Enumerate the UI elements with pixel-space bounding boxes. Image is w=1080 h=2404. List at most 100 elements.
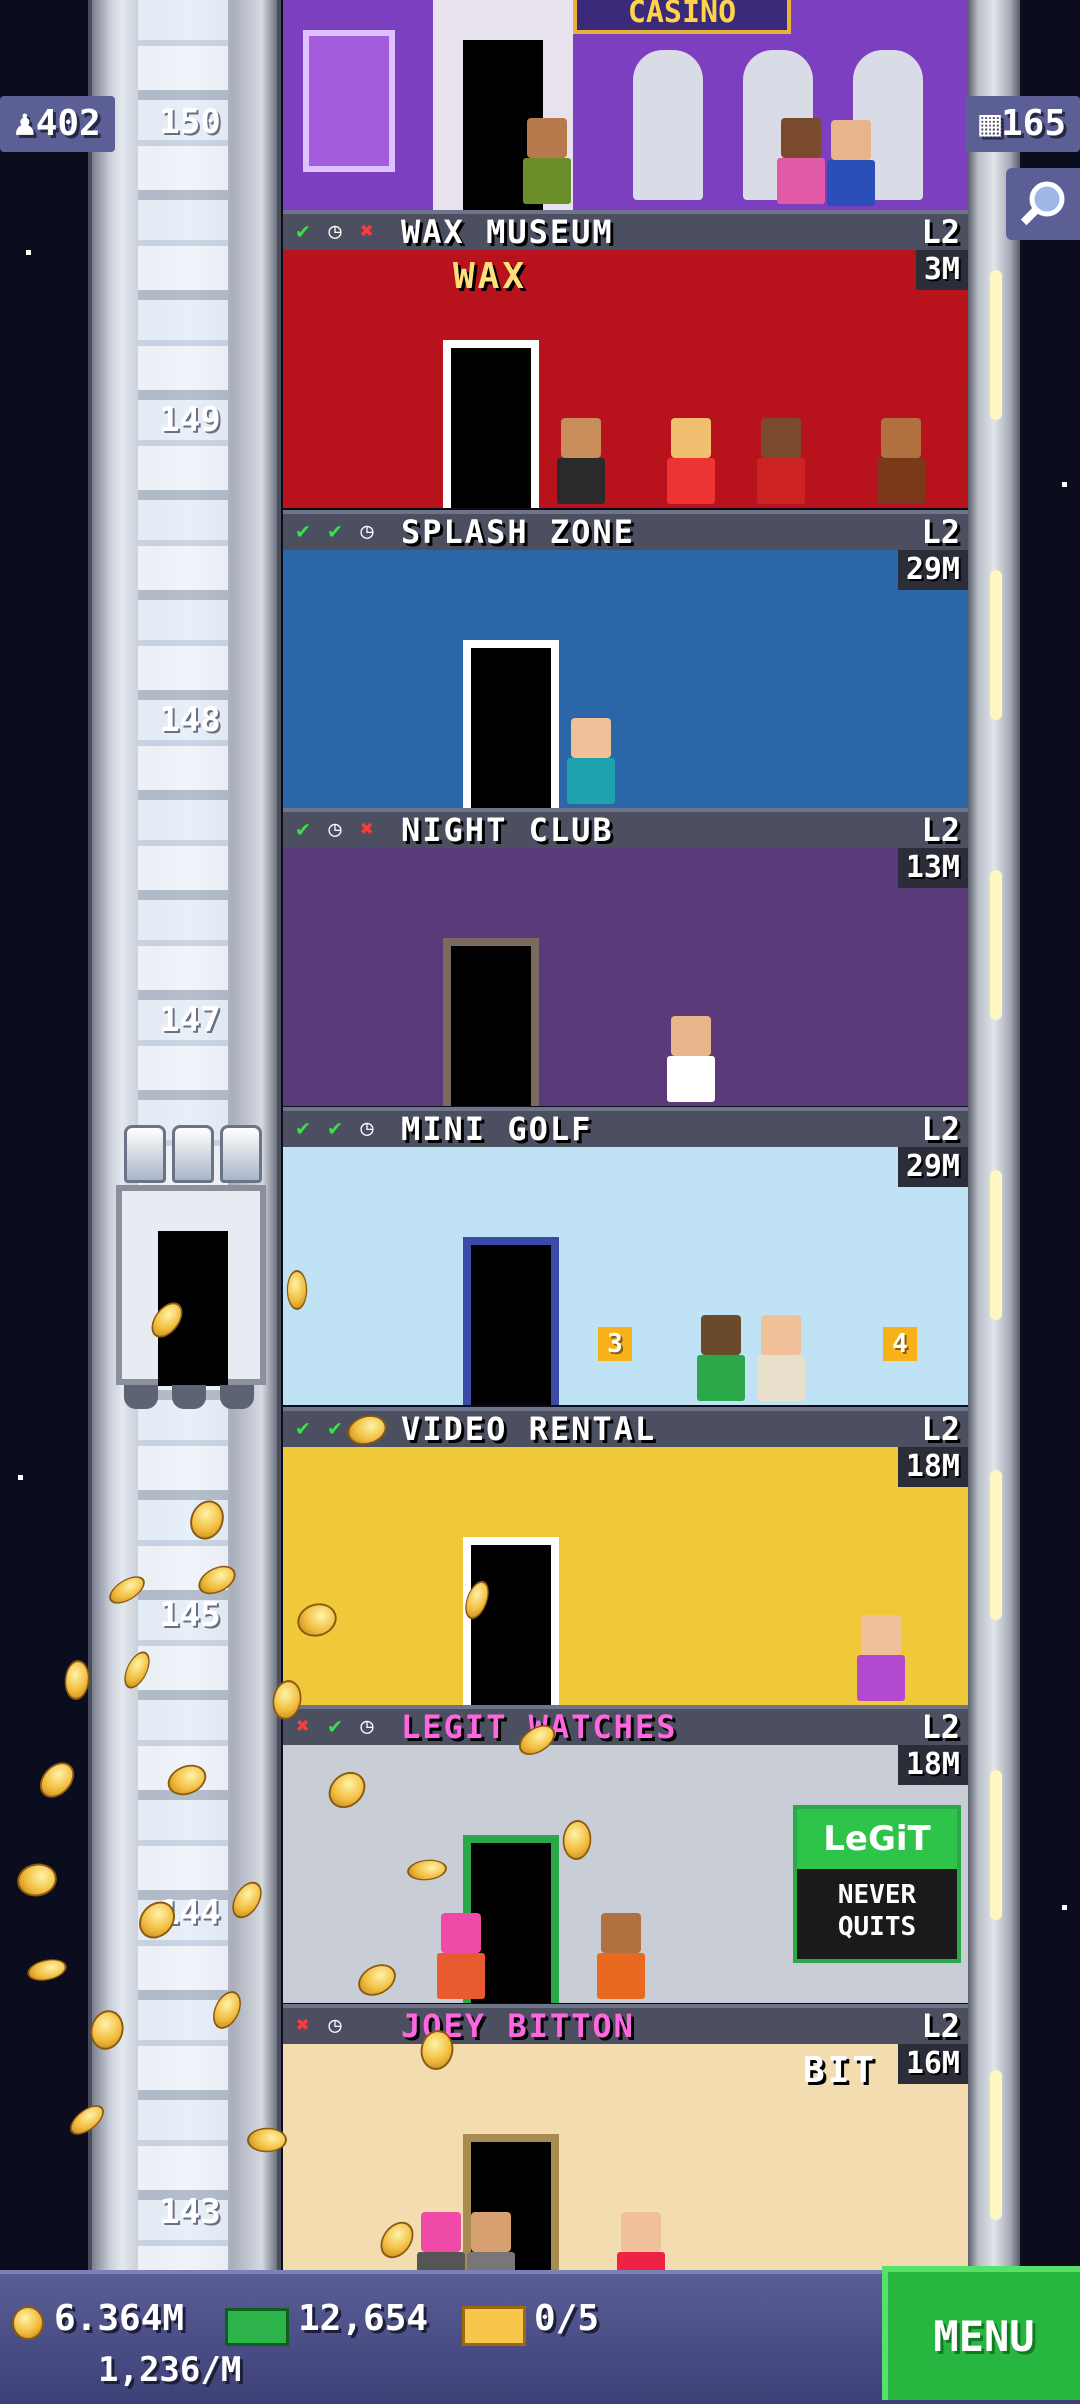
check-icon: ✔	[296, 1116, 310, 1141]
floor-room[interactable]: WAX 3M	[283, 250, 968, 508]
bitizen[interactable]	[853, 1615, 909, 1701]
room-door	[463, 1237, 559, 1405]
floor-status-icons: ✔ ◷ ✖	[289, 816, 381, 844]
floor-status-icons: ✖ ◷	[289, 2012, 349, 2040]
building-icon: ▦	[979, 103, 1001, 144]
bitizen[interactable]	[753, 418, 809, 504]
floor-splash-zone[interactable]: ✔ ✔ ◷ SPLASH ZONE L2 29M	[283, 510, 968, 808]
floor-level: L2	[921, 811, 960, 849]
wall-light	[990, 1770, 1002, 1920]
check-icon: ✔	[296, 219, 310, 244]
floor-stock-value: 18M	[897, 1745, 968, 1785]
bitizen[interactable]	[663, 1016, 719, 1102]
floor-stock-value: 29M	[897, 1147, 968, 1187]
wall-light	[990, 870, 1002, 1020]
bitizen[interactable]	[563, 718, 619, 804]
population-counter[interactable]: ♟402	[0, 96, 115, 152]
bitizen[interactable]	[663, 418, 719, 504]
floor-room[interactable]: 18M	[283, 1447, 968, 1705]
floor-name: WAX MUSEUM	[401, 213, 614, 251]
clock-icon: ◷	[328, 817, 342, 842]
menu-button[interactable]: MENU	[882, 2266, 1080, 2400]
bitizen[interactable]	[593, 1913, 649, 1999]
floor-mini-golf[interactable]: ✔ ✔ ◷ MINI GOLF L2 3 4 29M	[283, 1107, 968, 1405]
wall-light	[990, 570, 1002, 720]
floor-level: L2	[921, 213, 960, 251]
floor-room[interactable]: 3 4 29M	[283, 1147, 968, 1405]
floor-level: L2	[921, 2007, 960, 2045]
floor-header[interactable]: ✔ ✔ ◷ SPLASH ZONE L2	[283, 510, 968, 550]
vip-value: 0/5	[534, 2298, 600, 2339]
floor-header[interactable]: ✖ ✔ ◷ LEGIT WATCHES L2	[283, 1705, 968, 1745]
vip-ticket-icon	[462, 2306, 526, 2346]
floor-night-club[interactable]: ✔ ◷ ✖ NIGHT CLUB L2 13M	[283, 808, 968, 1106]
floor-joey-bitton[interactable]: ✖ ◷ JOEY BITTON L2 BIT 16M	[283, 2004, 968, 2302]
floor-header[interactable]: ✔ ◷ ✖ WAX MUSEUM L2	[283, 210, 968, 250]
bitizen[interactable]	[553, 418, 609, 504]
floor-header[interactable]: ✖ ◷ JOEY BITTON L2	[283, 2004, 968, 2044]
check-icon: ✔	[296, 1416, 310, 1441]
slot-machine	[633, 50, 703, 200]
cross-icon: ✖	[360, 219, 374, 244]
check-icon: ✔	[328, 1714, 342, 1739]
search-button[interactable]	[1006, 168, 1080, 240]
casino-sign: CASINO	[573, 0, 791, 34]
elevator-car[interactable]	[116, 1115, 266, 1415]
clock-icon: ◷	[360, 1714, 374, 1739]
coin[interactable]	[286, 1270, 308, 1310]
golf-hole-marker: 3	[598, 1327, 632, 1361]
billboard-top-text: LeGiT	[797, 1809, 957, 1869]
room-door	[463, 640, 559, 808]
magnifier-icon	[1020, 181, 1065, 226]
coins-value: 6.364M	[54, 2298, 185, 2339]
floor-level: L2	[921, 1110, 960, 1148]
floor-number: 145	[159, 1595, 221, 1635]
floor-number: 150	[159, 102, 221, 142]
floor-room[interactable]: 29M	[283, 550, 968, 808]
clock-icon: ◷	[360, 519, 374, 544]
cashier-window	[303, 30, 395, 172]
wall-light	[990, 270, 1002, 420]
check-icon: ✔	[328, 519, 342, 544]
floor-stock-value: 3M	[915, 250, 968, 290]
bux-icon	[225, 2308, 289, 2346]
floor-video-rental[interactable]: ✔✔◷VIDEO RENTALL218M	[283, 1407, 968, 1705]
cross-icon: ✖	[296, 1714, 310, 1739]
bitizen[interactable]	[873, 418, 929, 504]
floor-wax-museum[interactable]: ✔ ◷ ✖ WAX MUSEUM L2 WAX 3M	[283, 210, 968, 508]
floor-counter[interactable]: ▦165	[965, 96, 1080, 152]
floor-stock-value: 29M	[897, 550, 968, 590]
bitizen[interactable]	[519, 118, 575, 204]
billboard-bottom-text: NEVER QUITS	[837, 1880, 917, 1942]
floor-count-value: 165	[1000, 103, 1066, 144]
bux-value: 12,654	[298, 2298, 429, 2339]
floor-header[interactable]: ✔ ✔ ◷ MINI GOLF L2	[283, 1107, 968, 1147]
clock-icon: ◷	[360, 1116, 374, 1141]
wall-light	[990, 1470, 1002, 1620]
floor-header[interactable]: ✔ ◷ ✖ NIGHT CLUB L2	[283, 808, 968, 848]
floor-status-icons: ✔ ✔ ◷	[289, 1115, 381, 1143]
bitizen[interactable]	[823, 120, 879, 206]
cross-icon: ✖	[360, 817, 374, 842]
floor-name: MINI GOLF	[401, 1110, 593, 1148]
floor-room[interactable]: BIT 16M	[283, 2044, 968, 2302]
floor-number: 147	[159, 1000, 221, 1040]
shop-sign: BIT	[803, 2050, 878, 2091]
golf-hole-marker: 4	[883, 1327, 917, 1361]
floor-status-icons: ✔ ✔ ◷	[289, 518, 381, 546]
floor-status-icons: ✖ ✔ ◷	[289, 1713, 381, 1741]
wall-light	[990, 2070, 1002, 2220]
cross-icon: ✖	[296, 2013, 310, 2038]
floor-legit-watches[interactable]: ✖ ✔ ◷ LEGIT WATCHES L2 LeGiT NEVER QUITS 18M	[283, 1705, 968, 2003]
floor-name: NIGHT CLUB	[401, 811, 614, 849]
floor-name: VIDEO RENTAL	[401, 1410, 657, 1448]
bitizen[interactable]	[753, 1315, 809, 1401]
floor-casino[interactable]: CASINO	[283, 0, 968, 210]
bitizen[interactable]	[773, 118, 829, 204]
bitizen[interactable]	[433, 1913, 489, 1999]
bitizen[interactable]	[693, 1315, 749, 1401]
floor-status-icons: ✔ ◷ ✖	[289, 218, 381, 246]
room-door	[463, 1537, 559, 1705]
floor-room[interactable]: 13M	[283, 848, 968, 1106]
floor-number: 148	[159, 700, 221, 740]
